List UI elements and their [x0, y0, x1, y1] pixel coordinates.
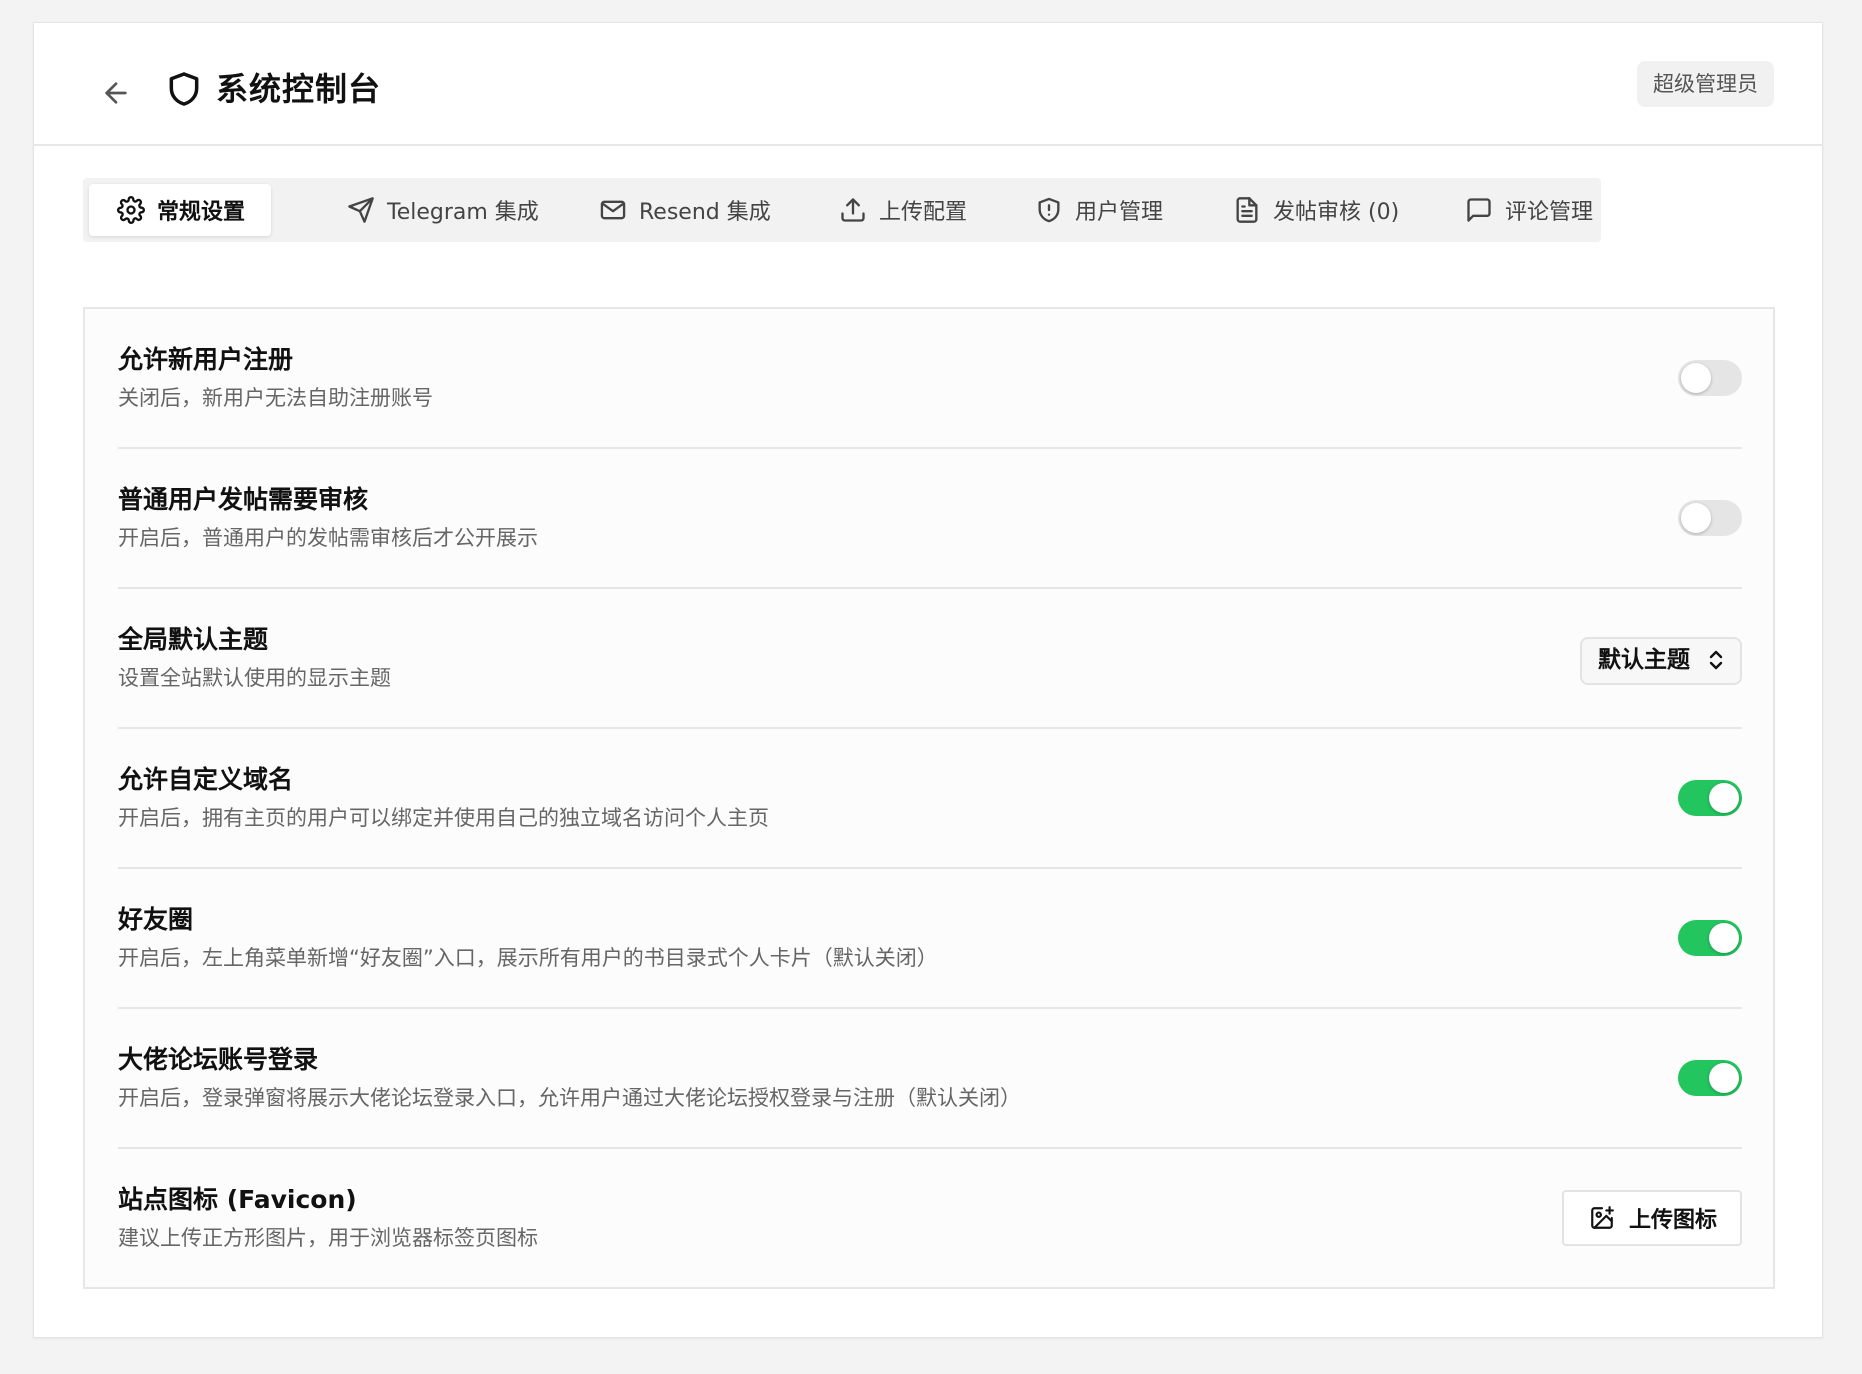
setting-description: 建议上传正方形图片，用于浏览器标签页图标: [118, 1226, 538, 1250]
toggle-knob: [1709, 923, 1739, 953]
tab-resend[interactable]: Resend 集成: [597, 184, 771, 236]
setting-title: 好友圈: [118, 905, 194, 934]
setting-description: 关闭后，新用户无法自助注册账号: [118, 386, 433, 410]
theme-select-value: 默认主题: [1598, 647, 1690, 673]
comment-icon: [1463, 194, 1495, 226]
toggle-knob: [1709, 1063, 1739, 1093]
custom-domain-toggle[interactable]: [1678, 780, 1742, 816]
role-badge: 超级管理员: [1637, 61, 1774, 107]
setting-favicon: 站点图标 (Favicon) 建议上传正方形图片，用于浏览器标签页图标 上传图标: [118, 1149, 1742, 1289]
setting-post-review: 普通用户发帖需要审核 开启后，普通用户的发帖需审核后才公开展示: [118, 449, 1742, 589]
post-review-toggle[interactable]: [1678, 500, 1742, 536]
tab-bar: 常规设置 Telegram 集成 Resend 集成 上传配置 用户管理 发帖审…: [83, 178, 1601, 242]
setting-title: 允许自定义域名: [118, 765, 294, 794]
toggle-knob: [1681, 503, 1711, 533]
tab-comment-management[interactable]: 评论管理: [1463, 184, 1593, 236]
tab-label: 上传配置: [879, 200, 968, 225]
upload-icon: [837, 194, 869, 226]
mail-icon: [597, 194, 629, 226]
send-icon: [345, 194, 377, 226]
upload-favicon-button[interactable]: 上传图标: [1562, 1190, 1742, 1246]
setting-title: 站点图标 (Favicon): [118, 1185, 357, 1214]
setting-description: 开启后，普通用户的发帖需审核后才公开展示: [118, 526, 538, 550]
setting-title: 全局默认主题: [118, 625, 269, 654]
header: 系统控制台 超级管理员: [34, 23, 1822, 146]
setting-friends-circle: 好友圈 开启后，左上角菜单新增“好友圈”入口，展示所有用户的书目录式个人卡片（默…: [118, 869, 1742, 1009]
setting-forum-login: 大佬论坛账号登录 开启后，登录弹窗将展示大佬论坛登录入口，允许用户通过大佬论坛授…: [118, 1009, 1742, 1149]
setting-allow-registration: 允许新用户注册 关闭后，新用户无法自助注册账号: [118, 309, 1742, 449]
tab-label: Telegram 集成: [387, 200, 539, 225]
tab-label: Resend 集成: [639, 200, 771, 225]
toggle-knob: [1709, 783, 1739, 813]
allow-registration-toggle[interactable]: [1678, 360, 1742, 396]
tab-label: 发帖审核 (0): [1273, 200, 1400, 225]
tab-upload-config[interactable]: 上传配置: [837, 184, 967, 236]
settings-panel: 允许新用户注册 关闭后，新用户无法自助注册账号 普通用户发帖需要审核 开启后，普…: [83, 307, 1775, 1289]
tab-label: 常规设置: [157, 200, 246, 225]
setting-title: 大佬论坛账号登录: [118, 1045, 319, 1074]
setting-title: 允许新用户注册: [118, 345, 294, 374]
setting-description: 开启后，拥有主页的用户可以绑定并使用自己的独立域名访问个人主页: [118, 806, 769, 830]
setting-description: 开启后，登录弹窗将展示大佬论坛登录入口，允许用户通过大佬论坛授权登录与注册（默认…: [118, 1086, 1021, 1110]
chevron-up-down-icon: [1709, 650, 1723, 670]
tab-label: 用户管理: [1075, 200, 1164, 225]
theme-select[interactable]: 默认主题: [1580, 637, 1742, 685]
console-window: 系统控制台 超级管理员 常规设置 Telegram 集成 Resend 集成 上…: [33, 22, 1823, 1338]
tab-user-management[interactable]: 用户管理: [1033, 184, 1163, 236]
document-icon: [1231, 194, 1263, 226]
setting-custom-domain: 允许自定义域名 开启后，拥有主页的用户可以绑定并使用自己的独立域名访问个人主页: [118, 729, 1742, 869]
page-title: 系统控制台: [216, 70, 382, 108]
toggle-knob: [1681, 363, 1711, 393]
gear-icon: [115, 194, 147, 226]
setting-description: 开启后，左上角菜单新增“好友圈”入口，展示所有用户的书目录式个人卡片（默认关闭）: [118, 946, 938, 970]
friends-circle-toggle[interactable]: [1678, 920, 1742, 956]
shield-icon: [160, 65, 208, 113]
tab-label: 评论管理: [1505, 200, 1594, 225]
setting-description: 设置全站默认使用的显示主题: [118, 666, 391, 690]
tab-post-review[interactable]: 发帖审核 (0): [1231, 184, 1399, 236]
tab-general-settings[interactable]: 常规设置: [89, 184, 272, 236]
tab-telegram[interactable]: Telegram 集成: [345, 184, 539, 236]
setting-default-theme: 全局默认主题 设置全站默认使用的显示主题 默认主题: [118, 589, 1742, 729]
setting-title: 普通用户发帖需要审核: [118, 485, 369, 514]
arrow-left-icon: [105, 82, 127, 104]
shield-alert-icon: [1033, 194, 1065, 226]
image-plus-icon: [1587, 1203, 1617, 1233]
forum-login-toggle[interactable]: [1678, 1060, 1742, 1096]
back-button[interactable]: [92, 69, 140, 117]
upload-favicon-label: 上传图标: [1628, 1208, 1717, 1233]
